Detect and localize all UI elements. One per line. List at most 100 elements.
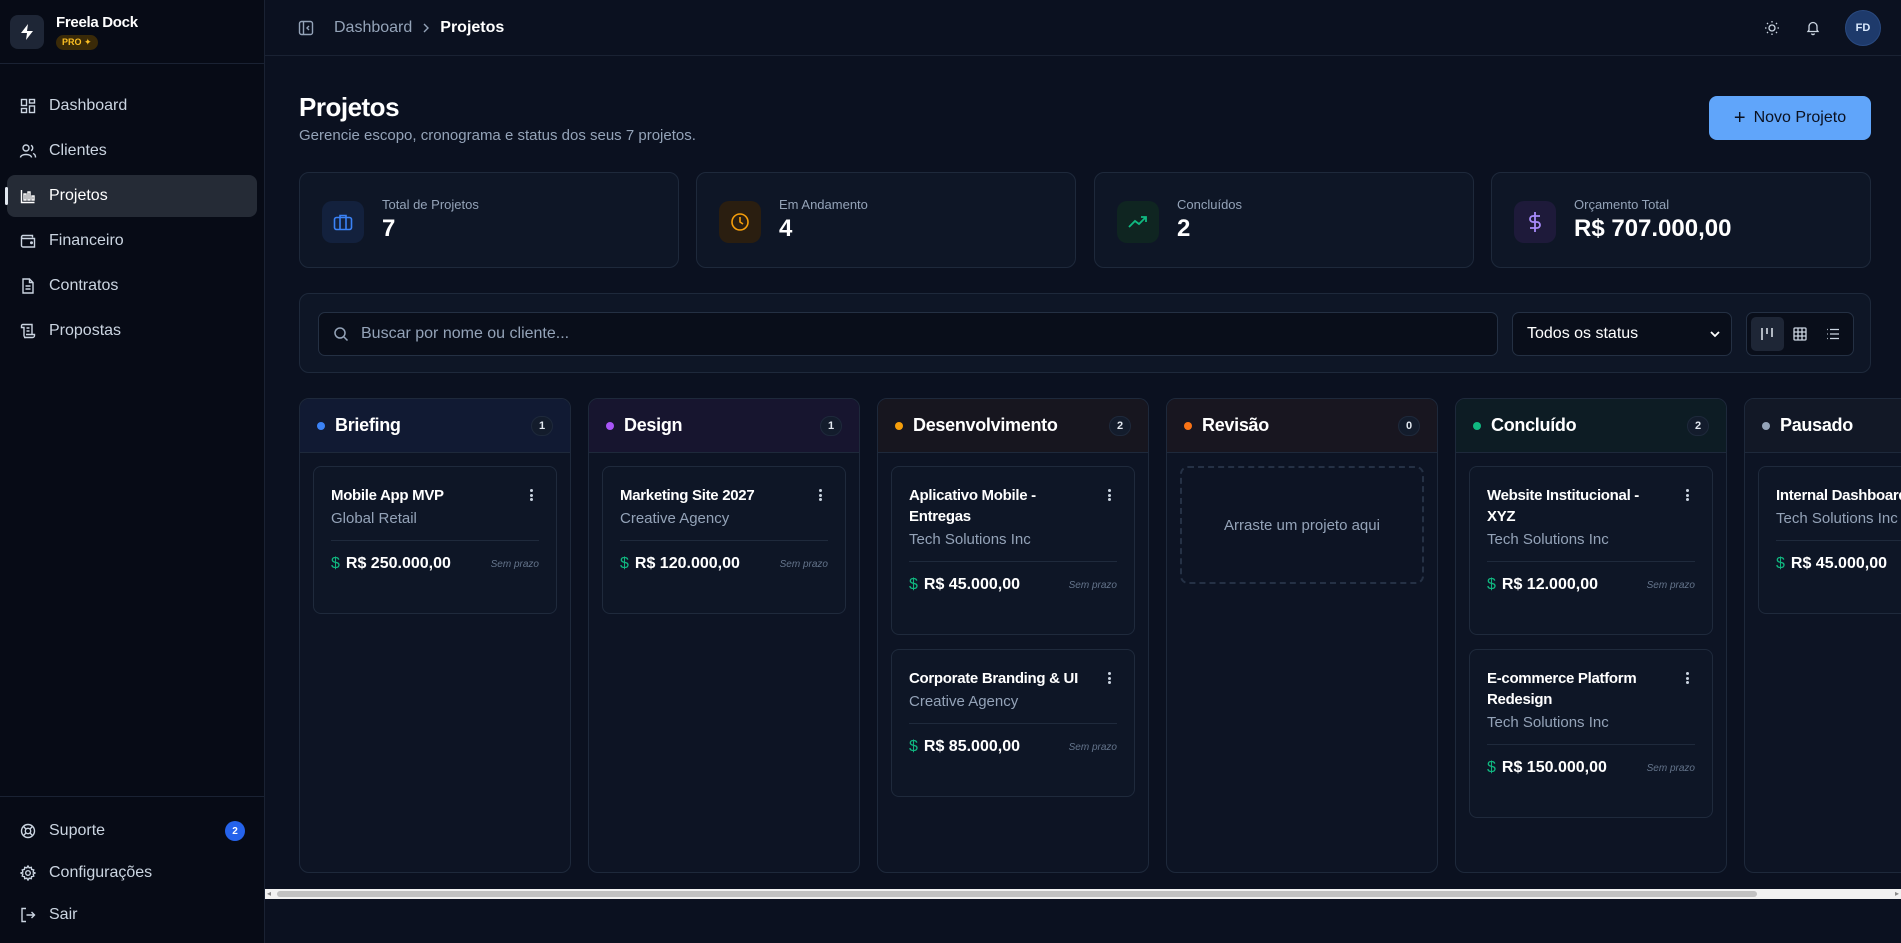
card-value: R$ 85.000,00 bbox=[923, 738, 1020, 755]
sidebar-item-suporte[interactable]: Suporte 2 bbox=[7, 811, 257, 851]
avatar[interactable]: FD bbox=[1845, 10, 1881, 46]
dashboard-icon bbox=[19, 97, 37, 115]
page-subtitle: Gerencie escopo, cronograma e status dos… bbox=[299, 127, 696, 144]
status-dot bbox=[317, 421, 325, 430]
breadcrumb-dashboard[interactable]: Dashboard bbox=[334, 19, 412, 37]
card-title: Mobile App MVP bbox=[331, 487, 444, 504]
sidebar-item-projetos[interactable]: Projetos bbox=[5, 175, 257, 217]
card-footer: $ R$ 250.000,00 Sem prazo bbox=[331, 541, 539, 587]
sidebar-item-sair[interactable]: Sair bbox=[7, 895, 257, 935]
column-desenvolvimento: Desenvolvimento 2 Aplicativo Mobile - En… bbox=[877, 398, 1149, 873]
briefcase-icon bbox=[322, 201, 364, 243]
column-design: Design 1 Marketing Site 2027 Creative Ag… bbox=[588, 398, 860, 873]
card-footer: $ R$ 150.000,00 Sem prazo bbox=[1487, 745, 1695, 791]
project-card[interactable]: Aplicativo Mobile - Entregas Tech Soluti… bbox=[891, 466, 1135, 635]
status-dot bbox=[1184, 421, 1192, 430]
card-footer: $ R$ 12.000,00 Sem prazo bbox=[1487, 562, 1695, 608]
sidebar-item-clientes[interactable]: Clientes bbox=[7, 130, 257, 172]
brand-name: Freela Dock bbox=[56, 13, 138, 31]
card-client: Tech Solutions Inc bbox=[1487, 531, 1609, 548]
dropzone[interactable]: Arraste um projeto aqui bbox=[1180, 466, 1424, 584]
column-count: 2 bbox=[1687, 416, 1709, 436]
column-count: 1 bbox=[820, 416, 842, 436]
search-input[interactable] bbox=[361, 325, 1461, 343]
sidebar-item-configuracoes[interactable]: Configurações bbox=[7, 853, 257, 893]
list-view-icon[interactable] bbox=[1816, 317, 1849, 351]
card-due: Sem prazo bbox=[1646, 762, 1695, 774]
pro-badge: PRO ✦ bbox=[56, 34, 98, 50]
card-value: R$ 250.000,00 bbox=[345, 555, 451, 572]
column-briefing: Briefing 1 Mobile App MVP Global Retail … bbox=[299, 398, 571, 873]
search-box[interactable] bbox=[318, 312, 1498, 356]
filters-bar: Todos os status bbox=[299, 293, 1871, 373]
kanban-view-icon[interactable] bbox=[1751, 317, 1784, 351]
project-card[interactable]: Website Institucional - XYZ Tech Solutio… bbox=[1469, 466, 1713, 635]
card-value: R$ 45.000,00 bbox=[923, 576, 1020, 593]
card-value: R$ 150.000,00 bbox=[1501, 759, 1607, 776]
card-title: Website Institucional - XYZ bbox=[1487, 487, 1640, 525]
scroll-left-arrow-icon[interactable]: ◂ bbox=[267, 889, 271, 899]
column-title: Concluído bbox=[1491, 415, 1577, 435]
stat-label: Em Andamento bbox=[779, 197, 868, 212]
scroll-icon bbox=[19, 322, 37, 340]
sidebar-item-label: Clientes bbox=[49, 142, 107, 159]
card-client: Tech Solutions Inc bbox=[1776, 510, 1898, 527]
project-card[interactable]: Mobile App MVP Global Retail $ R$ 250.00… bbox=[313, 466, 557, 614]
project-card[interactable]: Marketing Site 2027 Creative Agency $ R$… bbox=[602, 466, 846, 614]
column-header: Desenvolvimento 2 bbox=[878, 399, 1148, 453]
card-client: Global Retail bbox=[331, 510, 417, 527]
sidebar-item-financeiro[interactable]: Financeiro bbox=[7, 220, 257, 262]
sidebar-item-propostas[interactable]: Propostas bbox=[7, 310, 257, 352]
status-dot bbox=[1762, 421, 1770, 430]
column-title: Revisão bbox=[1202, 415, 1269, 435]
column-header: Revisão 0 bbox=[1167, 399, 1437, 453]
project-card[interactable]: E-commerce Platform Redesign Tech Soluti… bbox=[1469, 649, 1713, 818]
more-vertical-icon[interactable] bbox=[1679, 487, 1695, 503]
stat-card-completed: Concluídos 2 bbox=[1094, 172, 1474, 268]
more-vertical-icon[interactable] bbox=[812, 487, 828, 503]
sidebar-toggle-icon[interactable] bbox=[298, 20, 314, 36]
project-card[interactable]: Internal Dashboard Tech Solutions Inc $ … bbox=[1758, 466, 1901, 614]
sidebar-nav: Dashboard Clientes Projetos Financeiro C… bbox=[0, 64, 264, 352]
card-client: Creative Agency bbox=[909, 693, 1019, 710]
stat-label: Orçamento Total bbox=[1574, 197, 1670, 212]
sidebar-item-label: Suporte bbox=[49, 822, 106, 839]
scrollbar-thumb[interactable] bbox=[277, 891, 1757, 897]
horizontal-scrollbar[interactable]: ◂ ▸ bbox=[265, 889, 1901, 899]
column-header: Briefing 1 bbox=[300, 399, 570, 453]
grid-view-icon[interactable] bbox=[1784, 317, 1817, 351]
sidebar-item-label: Configurações bbox=[49, 864, 153, 881]
sidebar-item-label: Sair bbox=[49, 906, 78, 923]
kanban-board: Briefing 1 Mobile App MVP Global Retail … bbox=[265, 398, 1901, 873]
more-vertical-icon[interactable] bbox=[523, 487, 539, 503]
status-select[interactable]: Todos os status bbox=[1512, 312, 1732, 356]
bell-icon[interactable] bbox=[1793, 8, 1833, 48]
gear-icon bbox=[19, 864, 37, 882]
new-project-button[interactable]: + Novo Projeto bbox=[1709, 96, 1871, 140]
column-count: 1 bbox=[531, 416, 553, 436]
sun-icon[interactable] bbox=[1752, 8, 1792, 48]
sidebar-item-contratos[interactable]: Contratos bbox=[7, 265, 257, 307]
card-footer: $ R$ 45.000,00 bbox=[1776, 541, 1901, 587]
sidebar-item-label: Dashboard bbox=[49, 97, 128, 114]
plus-icon: + bbox=[1733, 107, 1746, 129]
scroll-right-arrow-icon[interactable]: ▸ bbox=[1895, 889, 1899, 899]
support-count-badge: 2 bbox=[225, 821, 245, 841]
column-count: 2 bbox=[1109, 416, 1131, 436]
more-vertical-icon[interactable] bbox=[1101, 487, 1117, 503]
more-vertical-icon[interactable] bbox=[1679, 670, 1695, 686]
users-icon bbox=[19, 142, 37, 160]
more-vertical-icon[interactable] bbox=[1101, 670, 1117, 686]
column-header: Design 1 bbox=[589, 399, 859, 453]
card-title: Aplicativo Mobile - Entregas bbox=[909, 487, 1036, 525]
column-pausado: Pausado Internal Dashboard Tech Solution… bbox=[1744, 398, 1901, 873]
project-card[interactable]: Corporate Branding & UI Creative Agency … bbox=[891, 649, 1135, 797]
sidebar-item-dashboard[interactable]: Dashboard bbox=[7, 85, 257, 127]
card-value: R$ 12.000,00 bbox=[1501, 576, 1598, 593]
search-icon bbox=[333, 326, 349, 342]
column-concluido: Concluído 2 Website Institucional - XYZ … bbox=[1455, 398, 1727, 873]
bolt-icon bbox=[10, 14, 44, 49]
stat-value: 4 bbox=[779, 215, 793, 242]
view-toggle bbox=[1746, 312, 1854, 356]
brand[interactable]: Freela Dock PRO ✦ bbox=[0, 0, 264, 64]
